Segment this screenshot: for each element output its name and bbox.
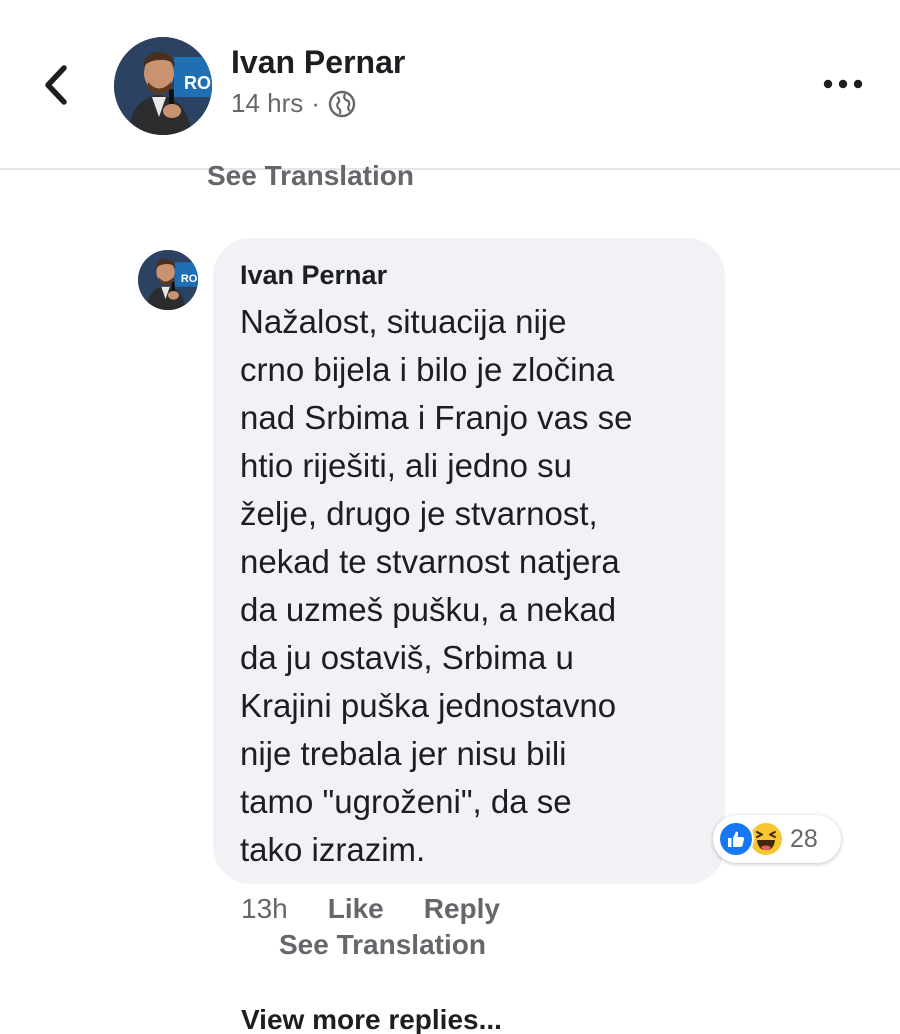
comment-text-line: nad Srbima i Franjo vas se [240,399,633,436]
back-button[interactable] [36,62,76,108]
like-reaction-icon [718,821,754,857]
comment-text-line: da uzmeš pušku, a nekad [240,591,617,628]
globe-icon[interactable] [328,90,356,118]
comment-text-line: želje, drugo je stvarnost, [240,495,598,532]
comment-text-line: Nažalost, situacija nije [240,303,567,340]
post-meta: 14 hrs · [231,88,356,119]
meta-separator: · [311,88,320,118]
reaction-summary[interactable]: 28 [713,815,841,863]
comment-author-name[interactable]: Ivan Pernar [240,260,387,291]
svg-text:RO: RO [181,273,198,285]
comment-text-line: da ju ostaviš, Srbima u [240,639,574,676]
author-avatar[interactable]: RO [114,37,212,135]
like-button[interactable]: Like [328,893,384,925]
comment-text-line: tako izrazim. [240,831,426,868]
comment-text-line: Krajini puška jednostavno [240,687,617,724]
post-header: RO Ivan Pernar 14 hrs · [0,0,900,170]
svg-text:RO: RO [184,73,211,93]
reaction-count: 28 [790,824,818,853]
comment-text-line: crno bijela i bilo je zločina [240,351,615,388]
comment-actions: 13h Like Reply [241,893,500,925]
comment-text-line: tamo "ugroženi", da se [240,783,572,820]
more-options-button[interactable] [818,66,868,102]
post-see-translation-link[interactable]: See Translation [207,160,414,192]
comment-author-avatar[interactable]: RO [138,250,198,310]
reply-button[interactable]: Reply [424,893,500,925]
comment-text-line: nije trebala jer nisu bili [240,735,567,772]
comment-see-translation-link[interactable]: See Translation [279,929,486,961]
comment-text-line: htio riješiti, ali jedno su [240,447,572,484]
author-name[interactable]: Ivan Pernar [231,44,405,81]
comment-text: Nažalost, situacija nije crno bijela i b… [240,298,710,874]
post-timestamp[interactable]: 14 hrs [231,88,303,119]
view-more-replies-link[interactable]: View more replies... [241,1004,502,1034]
comment-timestamp[interactable]: 13h [241,893,288,925]
ellipsis-icon [823,79,863,89]
comment-bubble[interactable]: Ivan Pernar Nažalost, situacija nije crn… [213,238,725,884]
chevron-left-icon [45,65,67,105]
comment-text-line: nekad te stvarnost natjera [240,543,620,580]
